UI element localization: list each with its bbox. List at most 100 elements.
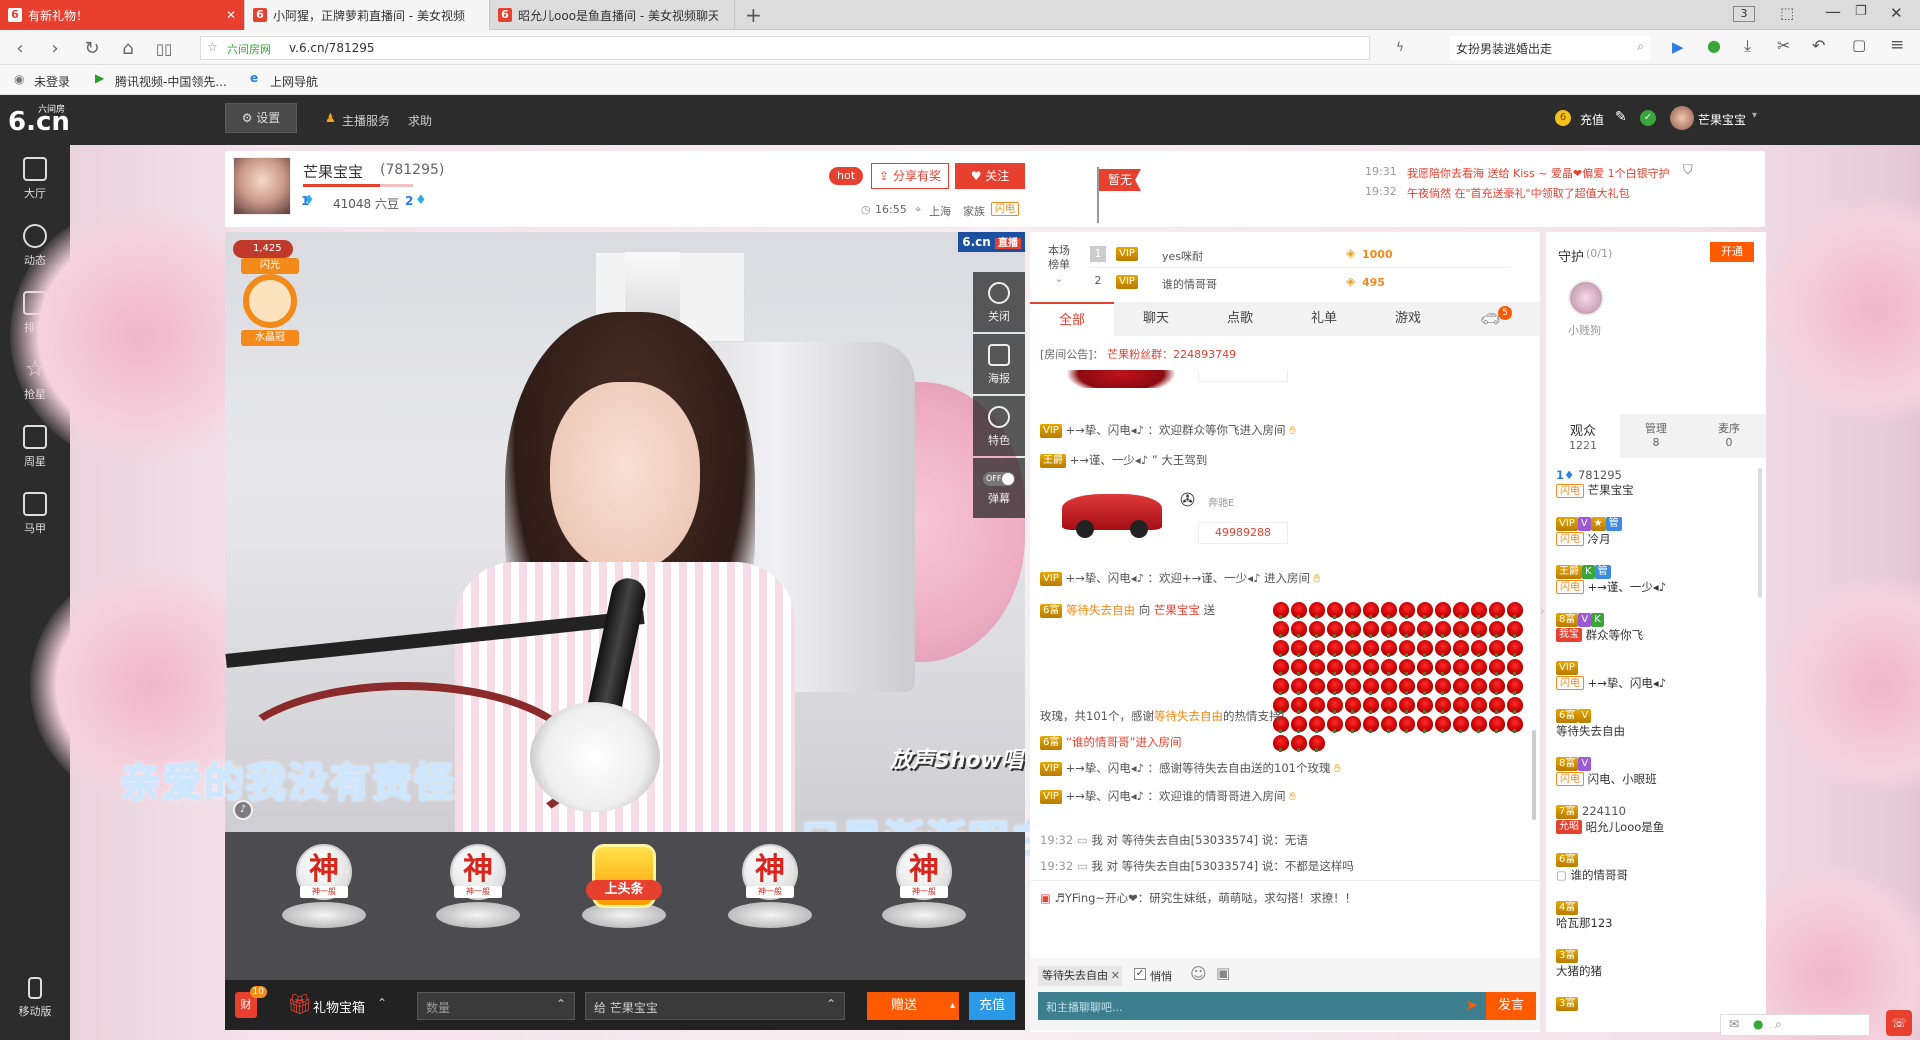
close-window-button[interactable]: ✕: [1890, 4, 1903, 22]
chevron-up-icon[interactable]: ⌃: [556, 997, 566, 1011]
check-icon[interactable]: ●: [1753, 1017, 1763, 1031]
marquee-text-2[interactable]: 午夜倘然 在"首充送豪礼"中领取了超值大礼包: [1407, 185, 1630, 201]
fortune-button[interactable]: 财 10: [235, 986, 267, 1018]
reader-button[interactable]: ▯▯: [154, 40, 174, 58]
tab-room-2[interactable]: 6 昭允儿ooo是鱼直播间 - 美女视频聊天: [490, 0, 735, 30]
site-logo[interactable]: 6.cn 六间房: [7, 101, 70, 139]
share-button[interactable]: ⇪ 分享有奖: [871, 163, 949, 189]
new-tab-button[interactable]: +: [745, 3, 762, 27]
menu-icon[interactable]: ≡: [1890, 35, 1904, 55]
recharge-link[interactable]: 充值: [1580, 111, 1604, 128]
tab-count-badge[interactable]: 3: [1733, 6, 1755, 22]
close-tool[interactable]: 关闭: [973, 272, 1025, 332]
nav-vest[interactable]: 马甲: [0, 480, 70, 546]
user-avatar[interactable]: [1670, 106, 1694, 130]
danmaku-tool[interactable]: OFF 弹幕: [973, 458, 1025, 518]
tab-car[interactable]: 🚗︎ 5: [1450, 302, 1530, 336]
open-guard-button[interactable]: 开通: [1710, 242, 1754, 262]
recharge-button[interactable]: 充值: [969, 992, 1015, 1020]
audience-scrollbar[interactable]: [1758, 468, 1762, 598]
audience-row[interactable]: 6富 ▢ 谁的情哥哥: [1556, 852, 1756, 883]
audience-row[interactable]: 8富 V K 我宝 群众等你飞: [1556, 612, 1756, 643]
shirt-icon[interactable]: ⬚: [1780, 4, 1794, 22]
nav-mobile[interactable]: 移动版: [0, 965, 70, 1031]
download-icon[interactable]: ⤓: [1744, 36, 1751, 56]
tab-gifts[interactable]: 礼单: [1282, 302, 1366, 336]
tab-games[interactable]: 游戏: [1366, 302, 1450, 336]
tab-audience[interactable]: 观众 1221: [1546, 414, 1620, 458]
restore-button[interactable]: ❐: [1855, 4, 1867, 19]
gift-shen-4[interactable]: 神神一般: [882, 844, 966, 928]
reload-button[interactable]: ↻: [82, 38, 102, 59]
back-button[interactable]: ‹: [10, 38, 30, 59]
chevron-up-icon[interactable]: ▴: [950, 992, 955, 1020]
recipient-select[interactable]: 给 芒果宝宝 ⌃: [585, 992, 845, 1020]
tab-mic-queue[interactable]: 麦序 0: [1692, 414, 1766, 458]
gift-box-button[interactable]: 礼物宝箱: [313, 997, 365, 1016]
zoom-icon[interactable]: ⌕: [1775, 1017, 1782, 1032]
gift-headline[interactable]: 上头条: [582, 844, 666, 928]
crown-seal[interactable]: 闪光 水晶冠: [233, 258, 307, 348]
anchor-avatar[interactable]: [233, 157, 291, 215]
audience-row[interactable]: 4富 哈瓦那123: [1556, 900, 1756, 931]
bag-icon[interactable]: ▢: [1852, 36, 1866, 54]
family-badge[interactable]: 闪电: [991, 202, 1019, 216]
bookmark-star-icon[interactable]: ☆: [207, 40, 218, 54]
empty-flag[interactable]: 暂无: [1099, 169, 1141, 191]
chevron-up-icon[interactable]: ⌃: [826, 997, 836, 1011]
chat-bubble-icon[interactable]: ●: [1707, 36, 1721, 55]
tab-songs[interactable]: 点歌: [1198, 302, 1282, 336]
nav-hall[interactable]: 大厅: [0, 145, 70, 211]
rank-row[interactable]: 1 VIP yes咪耐 ◈ 1000: [1090, 242, 1510, 268]
guard-name[interactable]: 小贱狗: [1568, 322, 1601, 338]
chat-messages[interactable]: VIP +→挚、闪电◂♪ ：欢迎群众等你飞进入房间 ✋︎ 王爵 +→谨、一少◂♪…: [1030, 370, 1540, 930]
lightning-icon[interactable]: ϟ: [1396, 40, 1404, 54]
feature-tool[interactable]: 特色: [973, 396, 1025, 456]
audience-row[interactable]: 3富 大猪的猪: [1556, 948, 1756, 979]
notice-text[interactable]: 芒果粉丝群：224893749: [1107, 348, 1236, 361]
gift-shen-2[interactable]: 神神一般: [436, 844, 520, 928]
forward-button[interactable]: ›: [45, 38, 65, 59]
audience-row[interactable]: 6富 V 等待失去自由: [1556, 708, 1756, 739]
chevron-down-icon[interactable]: ⌄: [1044, 272, 1074, 286]
minimize-button[interactable]: —: [1825, 2, 1841, 21]
poster-tool[interactable]: 海报: [973, 334, 1025, 394]
audience-row[interactable]: 王爵 K 管 闪电 +→谨、一少◂♪: [1556, 564, 1756, 595]
emoji-icon[interactable]: ☺: [1190, 964, 1207, 983]
audience-list[interactable]: 1♦ 781295 闪电 芒果宝宝 VIP V ★ 管 闪电 冷月 王爵 K 管 闪电 +…: [1546, 464, 1766, 1032]
audience-row[interactable]: VIP 闪电 +→挚、闪电◂♪: [1556, 660, 1756, 691]
rank-label[interactable]: 本场榜单 ⌄: [1044, 244, 1074, 286]
help-link[interactable]: 求助: [408, 112, 432, 129]
fortune-badge[interactable]: 1,425: [233, 240, 293, 258]
undo-icon[interactable]: ↶: [1812, 36, 1825, 55]
chevron-up-icon[interactable]: ⌃: [377, 996, 387, 1010]
search-box[interactable]: 女扮男装逃婚出走 ⌕: [1450, 36, 1650, 60]
bookmark-tencent[interactable]: 腾讯视频-中国领先...: [115, 73, 227, 90]
gift-shen-1[interactable]: 神神一般: [282, 844, 366, 928]
audience-row[interactable]: 1♦ 781295 闪电 芒果宝宝: [1556, 468, 1756, 498]
edit-icon[interactable]: ✎: [1615, 109, 1627, 125]
service-icon[interactable]: ☏: [1886, 1010, 1912, 1036]
play-icon[interactable]: ▶: [1672, 38, 1684, 56]
send-button[interactable]: 发言: [1486, 992, 1536, 1020]
search-icon[interactable]: ⌕: [1637, 39, 1644, 54]
tab-room-1[interactable]: 6 小阿猩，正牌萝莉直播间 - 美女视频: [245, 0, 490, 30]
tab-chat[interactable]: 聊天: [1114, 302, 1198, 336]
tab-new-gift[interactable]: 6 有新礼物！ ✕: [0, 0, 245, 30]
danmaku-toggle[interactable]: OFF: [983, 472, 1015, 486]
url-box[interactable]: ☆ 六间房网 v.6.cn/781295 ϟ: [200, 36, 1404, 60]
private-checkbox[interactable]: ✓: [1134, 968, 1146, 980]
tab-all[interactable]: 全部: [1030, 302, 1114, 336]
marquee-text-1[interactable]: 我愿陪你去看海 送给 Kiss ~ 爱晶❤偏爱 1个白银守护: [1407, 165, 1670, 181]
audience-row[interactable]: 8富 V 闪电 闪电、小眼班: [1556, 756, 1756, 787]
video-player[interactable]: 1,425 闪光 水晶冠 6.cn 直播 关闭 海报 特色 OFF 弹幕 放声S…: [225, 232, 1025, 832]
anchor-service-link[interactable]: 主播服务: [342, 112, 390, 129]
guard-avatar[interactable]: [1568, 280, 1604, 316]
tab-admin[interactable]: 管理 8: [1620, 414, 1692, 458]
quantity-input[interactable]: 数量 ⌃: [417, 992, 575, 1020]
gift-shen-3[interactable]: 神神一般: [728, 844, 812, 928]
audience-row[interactable]: 7富 224110 允昭 昭允儿ooo是鱼: [1556, 804, 1756, 835]
header-username[interactable]: 芒果宝宝: [1698, 111, 1746, 128]
image-icon[interactable]: ▣: [1216, 964, 1230, 982]
mail-icon[interactable]: ✉: [1729, 1017, 1739, 1031]
